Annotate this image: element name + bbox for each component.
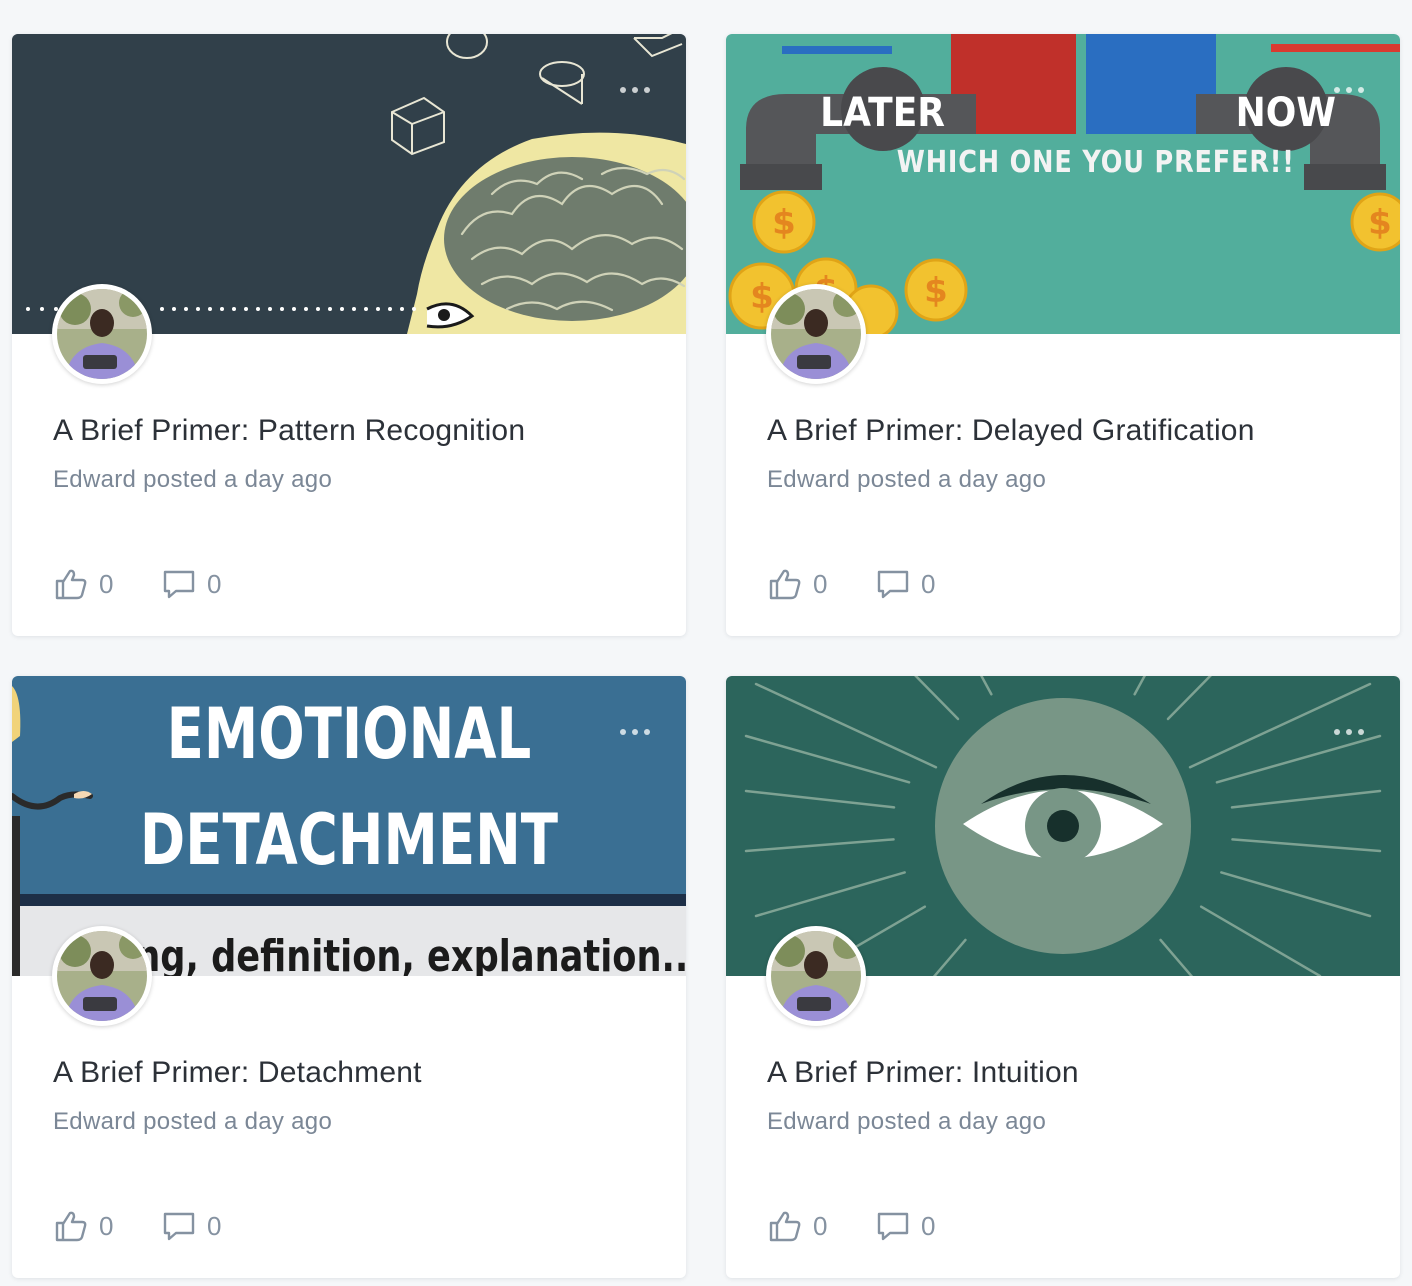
like-count: 0 — [99, 1210, 114, 1241]
like-count: 0 — [99, 568, 114, 599]
post-title[interactable]: A Brief Primer: Pattern Recognition — [53, 414, 525, 448]
comment-bubble-icon — [877, 1212, 909, 1241]
avatar-photo — [771, 289, 861, 379]
comment-button[interactable]: 0 — [161, 1208, 221, 1244]
thumbs-up-icon — [55, 569, 87, 600]
later-label: LATER — [820, 89, 945, 135]
comment-bubble-icon — [163, 570, 195, 599]
thumbs-up-icon — [769, 1211, 801, 1242]
post-title[interactable]: A Brief Primer: Detachment — [53, 1056, 422, 1090]
cover-line2: DETACHMENT — [140, 799, 558, 880]
ellipsis-icon — [1334, 87, 1340, 93]
post-meta: Edward posted a day ago — [53, 1108, 333, 1135]
comment-count: 0 — [207, 568, 222, 599]
post-actions: 0 0 — [53, 1208, 221, 1244]
thumbs-up-icon — [769, 569, 801, 600]
post-meta: Edward posted a day ago — [53, 466, 333, 493]
more-options-button[interactable] — [620, 84, 650, 96]
comment-bubble-icon — [877, 570, 909, 599]
comment-count: 0 — [921, 568, 936, 599]
comment-button[interactable]: 0 — [875, 566, 935, 602]
comment-button[interactable]: 0 — [161, 566, 221, 602]
like-button[interactable]: 0 — [53, 566, 161, 602]
comment-count: 0 — [207, 1210, 222, 1241]
cover-subtitle: aning, definition, explanation... — [74, 931, 686, 976]
like-count: 0 — [813, 1210, 828, 1241]
like-count: 0 — [813, 568, 828, 599]
prefer-caption: WHICH ONE YOU PREFER!! — [897, 144, 1295, 180]
more-options-button[interactable] — [620, 726, 650, 738]
ellipsis-icon — [1334, 729, 1340, 735]
avatar-photo — [57, 289, 147, 379]
now-label: NOW — [1236, 89, 1336, 135]
post-meta: Edward posted a day ago — [767, 1108, 1047, 1135]
author-avatar[interactable] — [766, 284, 866, 384]
post-card[interactable]: LATER NOW WHICH ONE YOU PREFER!! $$$ $$ — [726, 34, 1400, 636]
svg-text:$: $ — [1368, 203, 1392, 243]
ellipsis-icon — [620, 729, 626, 735]
comment-button[interactable]: 0 — [875, 1208, 935, 1244]
like-button[interactable]: 0 — [767, 566, 875, 602]
author-avatar[interactable] — [52, 284, 152, 384]
author-avatar[interactable] — [766, 926, 866, 1026]
like-button[interactable]: 0 — [53, 1208, 161, 1244]
post-title[interactable]: A Brief Primer: Delayed Gratification — [767, 414, 1255, 448]
svg-text:$: $ — [772, 203, 796, 243]
avatar-photo — [771, 931, 861, 1021]
avatar-photo — [57, 931, 147, 1021]
post-card[interactable]: A Brief Primer: Pattern Recognition Edwa… — [12, 34, 686, 636]
cover-line1: EMOTIONAL — [167, 693, 532, 774]
thumbs-up-icon — [55, 1211, 87, 1242]
like-button[interactable]: 0 — [767, 1208, 875, 1244]
post-card[interactable]: A Brief Primer: Intuition Edward posted … — [726, 676, 1400, 1278]
author-avatar[interactable] — [52, 926, 152, 1026]
more-options-button[interactable] — [1334, 84, 1364, 96]
post-title[interactable]: A Brief Primer: Intuition — [767, 1056, 1079, 1090]
post-actions: 0 0 — [767, 566, 935, 602]
post-meta: Edward posted a day ago — [767, 466, 1047, 493]
ellipsis-icon — [620, 87, 626, 93]
more-options-button[interactable] — [1334, 726, 1364, 738]
post-actions: 0 0 — [767, 1208, 935, 1244]
svg-text:$: $ — [924, 271, 948, 311]
comment-count: 0 — [921, 1210, 936, 1241]
post-actions: 0 0 — [53, 566, 221, 602]
comment-bubble-icon — [163, 1212, 195, 1241]
post-card[interactable]: EMOTIONAL DETACHMENT aning, definition, … — [12, 676, 686, 1278]
